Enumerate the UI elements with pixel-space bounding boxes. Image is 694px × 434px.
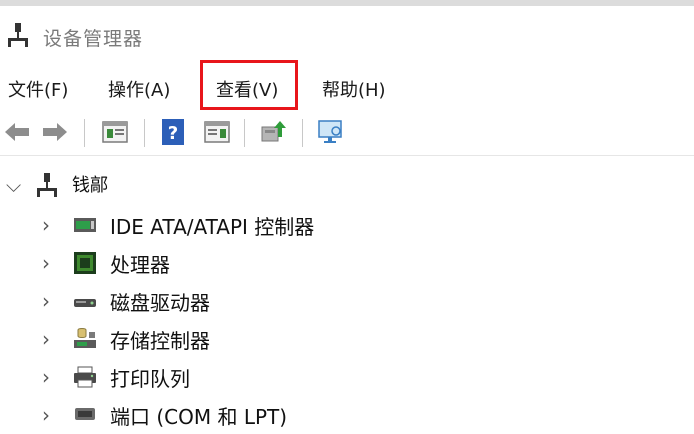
- chevron-right-icon[interactable]: ›: [42, 251, 50, 275]
- update-driver-icon[interactable]: [258, 117, 288, 147]
- menu-help[interactable]: 帮助(H): [322, 76, 386, 102]
- device-manager-app-icon: [8, 23, 28, 47]
- port-icon: [75, 408, 95, 420]
- chevron-right-icon[interactable]: ›: [42, 213, 50, 237]
- processor-chip-icon: [74, 252, 96, 274]
- storage-controller-icon: [74, 328, 96, 348]
- chevron-right-icon[interactable]: ›: [42, 289, 50, 313]
- properties-pane-icon[interactable]: [100, 117, 130, 147]
- menu-file[interactable]: 文件(F): [8, 76, 68, 102]
- window-title: 设备管理器: [43, 28, 144, 50]
- tree-item-print-queue[interactable]: › 打印队列: [0, 360, 694, 396]
- chevron-down-icon[interactable]: ⌵: [6, 173, 21, 197]
- toolbar-separator: [84, 119, 85, 147]
- tree-item-label: 处理器: [110, 253, 170, 277]
- disk-drive-icon: [74, 299, 96, 307]
- toolbar-separator: [144, 119, 145, 147]
- title-bar: 设备管理器: [0, 14, 694, 58]
- back-arrow-icon[interactable]: [2, 117, 32, 147]
- chevron-right-icon[interactable]: ›: [42, 365, 50, 389]
- tree-root-row[interactable]: ⌵ 钱鄗: [0, 168, 694, 204]
- tree-root-label: 钱鄗: [72, 175, 108, 196]
- ide-controller-icon: [74, 218, 96, 232]
- help-icon[interactable]: ?: [158, 117, 188, 147]
- tree-item-processor[interactable]: › 处理器: [0, 246, 694, 282]
- tree-item-label: 端口 (COM 和 LPT): [110, 405, 288, 429]
- window-top-edge: [0, 0, 694, 6]
- menu-action[interactable]: 操作(A): [108, 76, 170, 102]
- tree-item-label: 磁盘驱动器: [110, 291, 210, 315]
- toolbar-separator: [244, 119, 245, 147]
- chevron-right-icon[interactable]: ›: [42, 327, 50, 351]
- tree-item-storage-controller[interactable]: › 存储控制器: [0, 322, 694, 358]
- highlight-annotation-box: [200, 60, 298, 110]
- forward-arrow-icon[interactable]: [40, 117, 70, 147]
- menu-bar: 文件(F) 操作(A) 查看(V) 帮助(H): [0, 68, 694, 108]
- tree-item-label: 存储控制器: [110, 329, 210, 353]
- printer-icon: [74, 366, 96, 388]
- toolbar-divider: [0, 155, 694, 156]
- tree-item-disk-drive[interactable]: › 磁盘驱动器: [0, 284, 694, 320]
- chevron-right-icon[interactable]: ›: [42, 403, 50, 427]
- toolbar-separator: [302, 119, 303, 147]
- tree-item-ports[interactable]: › 端口 (COM 和 LPT): [0, 398, 694, 434]
- tree-item-ide-controller[interactable]: › IDE ATA/ATAPI 控制器: [0, 208, 694, 244]
- monitor-scan-icon[interactable]: [316, 117, 346, 147]
- tree-item-label: 打印队列: [110, 367, 190, 391]
- computer-root-icon: [37, 173, 57, 197]
- toolbar: ?: [0, 114, 694, 152]
- action-pane-icon[interactable]: [202, 117, 232, 147]
- tree-item-label: IDE ATA/ATAPI 控制器: [110, 215, 315, 239]
- svg-text:?: ?: [168, 123, 178, 144]
